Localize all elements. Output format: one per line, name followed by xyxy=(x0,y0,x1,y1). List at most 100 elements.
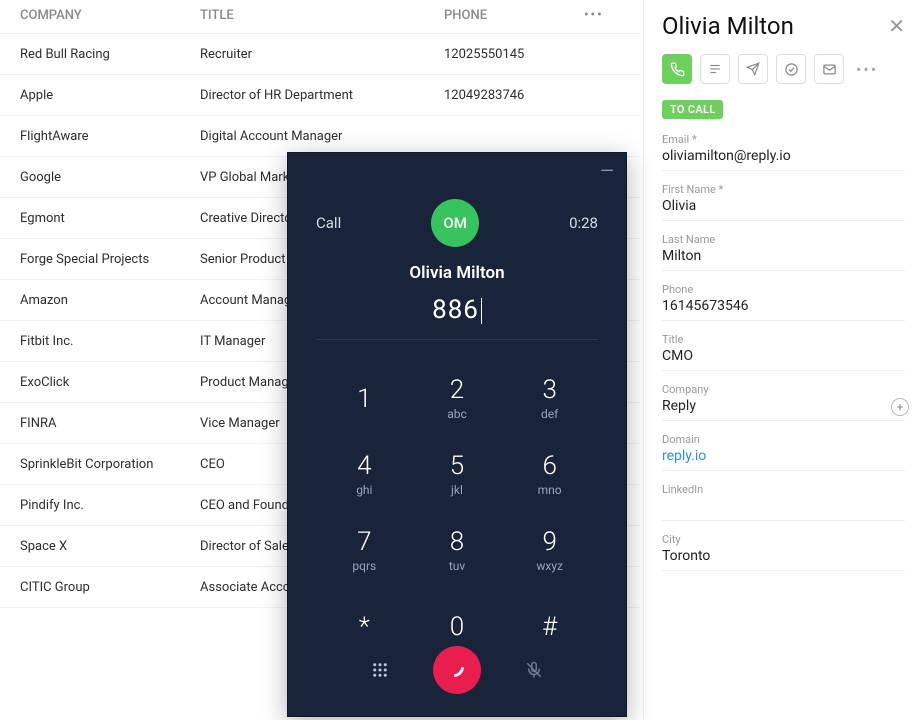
check-circle-icon xyxy=(784,62,799,77)
th-title[interactable]: TITLE xyxy=(200,8,444,23)
field-label: First Name * xyxy=(662,183,905,196)
cell-company: Apple xyxy=(0,88,200,103)
key-letters: ghi xyxy=(356,483,372,497)
key-2[interactable]: 2abc xyxy=(411,364,504,434)
field-city[interactable]: City Toronto xyxy=(662,533,905,571)
field-value: oliviamilton@reply.io xyxy=(662,148,905,166)
field-title[interactable]: Title CMO xyxy=(662,333,905,371)
field-domain[interactable]: Domain reply.io xyxy=(662,433,905,471)
key-7[interactable]: 7pqrs xyxy=(318,516,411,586)
field-value: CMO xyxy=(662,348,905,366)
keypad-toggle-icon[interactable] xyxy=(371,661,389,679)
table-row[interactable]: AppleDirector of HR Department1204928374… xyxy=(0,75,640,116)
field-firstname[interactable]: First Name * Olivia xyxy=(662,183,905,221)
cell-company: Google xyxy=(0,170,200,185)
lines-icon xyxy=(708,62,722,76)
send-button[interactable] xyxy=(738,54,768,84)
cell-company: CITIC Group xyxy=(0,580,200,595)
cell-company: SprinkleBit Corporation xyxy=(0,457,200,472)
close-icon[interactable]: ✕ xyxy=(888,16,905,36)
add-company-button[interactable]: + xyxy=(891,398,909,416)
call-label: Call xyxy=(316,214,341,232)
key-8[interactable]: 8 tuv xyxy=(411,516,504,586)
field-label: LinkedIn xyxy=(662,483,905,496)
task-button[interactable] xyxy=(776,54,806,84)
mute-icon[interactable] xyxy=(525,661,543,679)
key-letters: jkl xyxy=(451,483,463,497)
phone-hangup-icon xyxy=(446,659,468,681)
field-value: Toronto xyxy=(662,548,905,566)
field-label: Phone xyxy=(662,283,905,296)
key-6[interactable]: 6 mno xyxy=(503,440,596,510)
contact-panel: Olivia Milton ✕ ••• TO CALL Email * oliv… xyxy=(643,0,923,720)
cell-company: Forge Special Projects xyxy=(0,252,200,267)
field-value xyxy=(662,498,905,516)
key-3[interactable]: 3 def xyxy=(503,364,596,434)
key-digit: 3 xyxy=(542,377,556,403)
paper-plane-icon xyxy=(746,62,760,76)
cell-company: Amazon xyxy=(0,293,200,308)
field-value: Milton xyxy=(662,248,905,266)
key-letters: pqrs xyxy=(352,559,376,573)
th-phone[interactable]: PHONE xyxy=(444,8,584,23)
key-letters: mno xyxy=(538,483,562,497)
note-button[interactable] xyxy=(700,54,730,84)
avatar: OM xyxy=(431,199,479,247)
th-company[interactable]: COMPANY xyxy=(0,8,200,23)
cell-title: Digital Account Manager xyxy=(200,129,444,144)
more-actions[interactable]: ••• xyxy=(856,60,878,79)
cell-phone: 12025550145 xyxy=(444,47,584,62)
key-letters: def xyxy=(541,407,558,421)
cell-phone: 12049283746 xyxy=(444,88,584,103)
minimize-icon[interactable]: — xyxy=(600,161,614,182)
field-label: Last Name xyxy=(662,233,905,246)
cell-company: Egmont xyxy=(0,211,200,226)
cell-company: Fitbit Inc. xyxy=(0,334,200,349)
key-digit: # xyxy=(542,614,557,640)
panel-actions: ••• xyxy=(662,54,905,84)
dialer-number-input[interactable]: 886 xyxy=(432,295,482,325)
keypad: 12abc 3 def 4 ghi 5jkl 6 mno 7pqrs 8 tuv 9wxyz * 0 # xyxy=(288,356,626,662)
field-label: Domain xyxy=(662,433,905,446)
hangup-button[interactable] xyxy=(433,646,481,694)
status-badge: TO CALL xyxy=(662,100,723,119)
key-digit: 4 xyxy=(357,453,371,479)
field-phone[interactable]: Phone 16145673546 xyxy=(662,283,905,321)
phone-icon xyxy=(670,62,685,77)
cell-company: Space X xyxy=(0,539,200,554)
th-more[interactable]: ••• xyxy=(584,8,624,23)
field-label: Title xyxy=(662,333,905,346)
key-digit: 0 xyxy=(450,614,464,640)
field-label: Email * xyxy=(662,133,905,146)
call-button[interactable] xyxy=(662,54,692,84)
panel-contact-name: Olivia Milton xyxy=(662,12,794,40)
cell-company: Red Bull Racing xyxy=(0,47,200,62)
call-timer: 0:28 xyxy=(569,214,598,232)
cell-title: Director of HR Department xyxy=(200,88,444,103)
field-value: Reply xyxy=(662,398,905,416)
key-1[interactable]: 1 xyxy=(318,364,411,434)
table-row[interactable]: FlightAwareDigital Account Manager xyxy=(0,116,640,157)
key-digit: 8 xyxy=(450,529,464,555)
table-row[interactable]: Red Bull RacingRecruiter12025550145 xyxy=(0,34,640,75)
field-value: reply.io xyxy=(662,448,905,466)
key-letters: wxyz xyxy=(536,559,563,573)
field-lastname[interactable]: Last Name Milton xyxy=(662,233,905,271)
dialer-contact-name: Olivia Milton xyxy=(288,263,626,283)
field-email[interactable]: Email * oliviamilton@reply.io xyxy=(662,133,905,171)
email-button[interactable] xyxy=(814,54,844,84)
field-linkedin[interactable]: LinkedIn xyxy=(662,483,905,521)
field-value: Olivia xyxy=(662,198,905,216)
key-digit: 2 xyxy=(450,377,464,403)
key-9[interactable]: 9wxyz xyxy=(503,516,596,586)
cell-title: Recruiter xyxy=(200,47,444,62)
field-company[interactable]: Company Reply + xyxy=(662,383,905,421)
key-letters: tuv xyxy=(449,559,465,573)
key-digit: 6 xyxy=(542,453,556,479)
field-value: 16145673546 xyxy=(662,298,905,316)
cell-company: FINRA xyxy=(0,416,200,431)
key-4[interactable]: 4 ghi xyxy=(318,440,411,510)
key-digit: * xyxy=(359,614,370,640)
dialer-widget: — Call OM 0:28 Olivia Milton 886 12abc 3 d… xyxy=(287,152,627,717)
key-5[interactable]: 5jkl xyxy=(411,440,504,510)
